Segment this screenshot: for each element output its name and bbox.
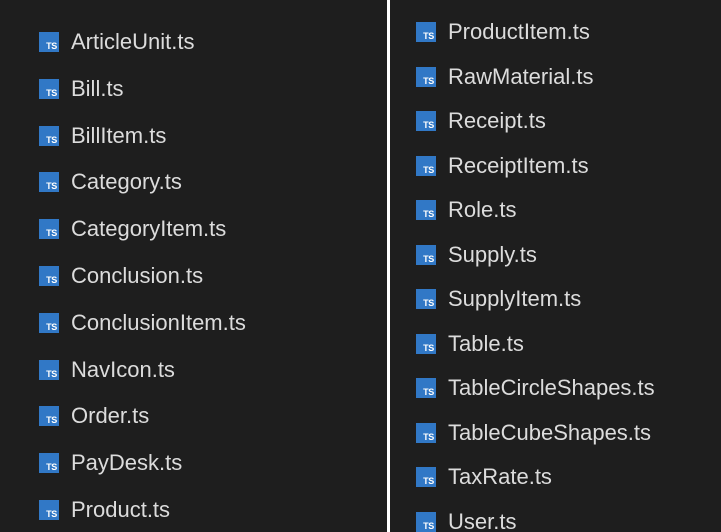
file-name-label: ReceiptItem.ts	[448, 152, 589, 178]
typescript-file-icon: TS	[416, 66, 436, 87]
typescript-icon-text: TS	[423, 387, 434, 397]
typescript-icon-text: TS	[423, 31, 434, 41]
file-name-label: TableCubeShapes.ts	[448, 419, 652, 445]
typescript-file-icon: TS	[39, 219, 59, 240]
typescript-file-icon: TS	[39, 406, 59, 427]
file-name-label: Receipt.ts	[448, 108, 546, 133]
file-explorer-right-panel: TS ProductItem.ts TS RawMaterial.ts TS Receip…	[390, 0, 721, 532]
file-name-label: Supply.ts	[448, 241, 537, 267]
file-name-label: SupplyItem.ts	[448, 286, 582, 311]
file-item[interactable]: TS Category.ts	[39, 167, 182, 197]
file-name-label: Table.ts	[448, 330, 524, 356]
typescript-icon-text: TS	[423, 476, 434, 486]
file-item[interactable]: TS TableCubeShapes.ts	[416, 418, 651, 448]
file-item[interactable]: TS ProductItem.ts	[416, 17, 590, 47]
file-name-label: Category.ts	[71, 169, 182, 195]
typescript-file-icon: TS	[39, 500, 59, 520]
file-item[interactable]: TS ReceiptItem.ts	[416, 151, 589, 181]
typescript-file-icon: TS	[416, 289, 436, 309]
file-name-label: Product.ts	[71, 497, 171, 522]
file-name-label: Conclusion.ts	[71, 263, 204, 288]
typescript-icon-text: TS	[423, 75, 434, 86]
file-name-label: BillItem.ts	[71, 122, 167, 148]
file-name-label: TaxRate.ts	[448, 464, 552, 489]
file-item[interactable]: TS Bill.ts	[39, 74, 124, 104]
typescript-file-icon: TS	[416, 200, 436, 220]
typescript-icon-text: TS	[423, 520, 434, 531]
file-explorer-left-panel: TS ArticleUnit.ts TS Bill.ts TS BillItem.ts TS…	[0, 0, 387, 532]
typescript-icon-text: TS	[423, 342, 434, 353]
typescript-file-icon: TS	[416, 511, 436, 532]
typescript-file-icon: TS	[39, 172, 59, 193]
file-item[interactable]: TS RawMaterial.ts	[416, 62, 593, 92]
file-item[interactable]: TS ArticleUnit.ts	[39, 27, 194, 57]
typescript-icon-text: TS	[46, 87, 57, 98]
file-item[interactable]: TS Receipt.ts	[416, 106, 546, 136]
file-item[interactable]: TS Supply.ts	[416, 240, 537, 270]
typescript-icon-text: TS	[423, 164, 434, 175]
typescript-icon-text: TS	[423, 431, 434, 442]
file-item[interactable]: TS Product.ts	[39, 495, 170, 525]
file-item[interactable]: TS Conclusion.ts	[39, 261, 203, 291]
file-name-label: TableCircleShapes.ts	[448, 375, 655, 400]
typescript-file-icon: TS	[39, 359, 59, 380]
typescript-icon-text: TS	[46, 509, 57, 519]
file-name-label: NavIcon.ts	[71, 356, 175, 382]
file-item[interactable]: TS TableCircleShapes.ts	[416, 373, 655, 403]
typescript-icon-text: TS	[46, 228, 57, 239]
file-item[interactable]: TS PayDesk.ts	[39, 448, 182, 478]
file-name-label: Role.ts	[448, 197, 517, 222]
typescript-icon-text: TS	[423, 209, 434, 219]
typescript-icon-text: TS	[46, 181, 57, 192]
typescript-icon-text: TS	[46, 415, 57, 426]
typescript-file-icon: TS	[39, 312, 59, 333]
file-name-label: ArticleUnit.ts	[71, 29, 195, 54]
typescript-file-icon: TS	[39, 266, 59, 286]
file-item[interactable]: TS TaxRate.ts	[416, 462, 552, 492]
typescript-icon-text: TS	[423, 298, 434, 308]
file-item[interactable]: TS BillItem.ts	[39, 121, 166, 151]
file-item[interactable]: TS Role.ts	[416, 195, 516, 225]
typescript-icon-text: TS	[46, 462, 57, 473]
typescript-file-icon: TS	[39, 78, 59, 99]
typescript-file-icon: TS	[416, 155, 436, 176]
file-item[interactable]: TS NavIcon.ts	[39, 355, 175, 385]
file-name-label: RawMaterial.ts	[448, 63, 594, 89]
typescript-icon-text: TS	[46, 368, 57, 379]
typescript-icon-text: TS	[423, 120, 434, 130]
typescript-icon-text: TS	[46, 321, 57, 332]
typescript-file-icon: TS	[39, 125, 59, 146]
typescript-file-icon: TS	[416, 467, 436, 487]
typescript-file-icon: TS	[416, 378, 436, 398]
typescript-icon-text: TS	[46, 275, 57, 285]
typescript-file-icon: TS	[39, 453, 59, 474]
file-item[interactable]: TS User.ts	[416, 507, 516, 532]
typescript-file-icon: TS	[416, 111, 436, 131]
file-name-label: ProductItem.ts	[448, 19, 590, 44]
typescript-icon-text: TS	[46, 41, 57, 51]
file-item[interactable]: TS Table.ts	[416, 329, 524, 359]
file-name-label: CategoryItem.ts	[71, 216, 227, 242]
file-name-label: ConclusionItem.ts	[71, 309, 246, 335]
file-item[interactable]: TS SupplyItem.ts	[416, 284, 581, 314]
typescript-file-icon: TS	[39, 32, 59, 52]
typescript-icon-text: TS	[423, 253, 434, 264]
typescript-file-icon: TS	[416, 422, 436, 443]
file-item[interactable]: TS CategoryItem.ts	[39, 214, 226, 244]
file-name-label: Order.ts	[71, 403, 150, 429]
file-item[interactable]: TS Order.ts	[39, 401, 149, 431]
file-name-label: Bill.ts	[71, 75, 124, 101]
file-item[interactable]: TS ConclusionItem.ts	[39, 308, 246, 338]
typescript-file-icon: TS	[416, 244, 436, 265]
file-name-label: User.ts	[448, 508, 517, 532]
typescript-file-icon: TS	[416, 333, 436, 354]
screenshot-stage: TS ArticleUnit.ts TS Bill.ts TS BillItem.ts TS…	[0, 0, 721, 532]
file-name-label: PayDesk.ts	[71, 450, 183, 476]
typescript-file-icon: TS	[416, 22, 436, 42]
typescript-icon-text: TS	[46, 134, 57, 145]
